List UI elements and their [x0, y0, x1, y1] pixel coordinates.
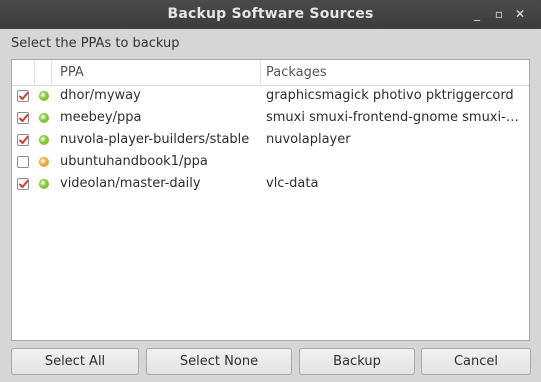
status-dot-icon: [39, 179, 49, 189]
table-row[interactable]: meebey/ppa smuxi smuxi-frontend-gnome smu…: [12, 108, 529, 130]
row-checkbox[interactable]: [17, 134, 29, 146]
row-checkbox[interactable]: [17, 90, 29, 102]
status-dot-icon: [39, 157, 49, 167]
table-row[interactable]: nuvola-player-builders/stable nuvolaplaye…: [12, 130, 529, 152]
select-all-button[interactable]: Select All: [11, 348, 139, 375]
status-dot-icon: [39, 135, 49, 145]
row-checkbox[interactable]: [17, 156, 29, 168]
packages-list: graphicsmagick photivo pktriggercord: [266, 88, 514, 103]
ppa-name: videolan/master-daily: [60, 176, 201, 191]
backup-dialog: Backup Software Sources _ ▫ ✕ Select the…: [0, 0, 541, 382]
close-icon[interactable]: ✕: [511, 5, 529, 23]
status-dot-icon: [39, 113, 49, 123]
ppa-name: dhor/myway: [60, 88, 141, 103]
select-none-button[interactable]: Select None: [146, 348, 292, 375]
ppa-name: meebey/ppa: [60, 110, 142, 125]
header-status-column[interactable]: [35, 60, 52, 85]
row-checkbox[interactable]: [17, 178, 29, 190]
table-row[interactable]: ubuntuhandbook1/ppa: [12, 152, 529, 174]
list-header: PPA Packages: [12, 60, 529, 86]
backup-button[interactable]: Backup: [299, 348, 415, 375]
header-check-column[interactable]: [12, 60, 35, 85]
instruction-label: Select the PPAs to backup: [11, 36, 180, 51]
minimize-icon[interactable]: _: [468, 5, 486, 23]
titlebar: Backup Software Sources _ ▫ ✕: [0, 0, 541, 29]
row-checkbox[interactable]: [17, 112, 29, 124]
packages-list: smuxi smuxi-frontend-gnome smuxi-engine: [266, 110, 526, 125]
ppa-name: ubuntuhandbook1/ppa: [60, 154, 208, 169]
button-bar: Select All Select None Backup Cancel: [11, 348, 531, 376]
maximize-icon[interactable]: ▫: [490, 5, 508, 23]
packages-list: vlc-data: [266, 176, 319, 191]
header-packages[interactable]: Packages: [261, 60, 529, 85]
table-row[interactable]: videolan/master-daily vlc-data: [12, 174, 529, 196]
table-row[interactable]: dhor/myway graphicsmagick photivo pktrigg…: [12, 86, 529, 108]
ppa-list[interactable]: PPA Packages dhor/myway graphicsmagick ph…: [11, 59, 530, 341]
ppa-name: nuvola-player-builders/stable: [60, 132, 250, 147]
packages-list: nuvolaplayer: [266, 132, 351, 147]
cancel-button[interactable]: Cancel: [421, 348, 531, 375]
window-title: Backup Software Sources: [167, 6, 374, 22]
status-dot-icon: [39, 91, 49, 101]
header-ppa[interactable]: PPA: [52, 60, 261, 85]
